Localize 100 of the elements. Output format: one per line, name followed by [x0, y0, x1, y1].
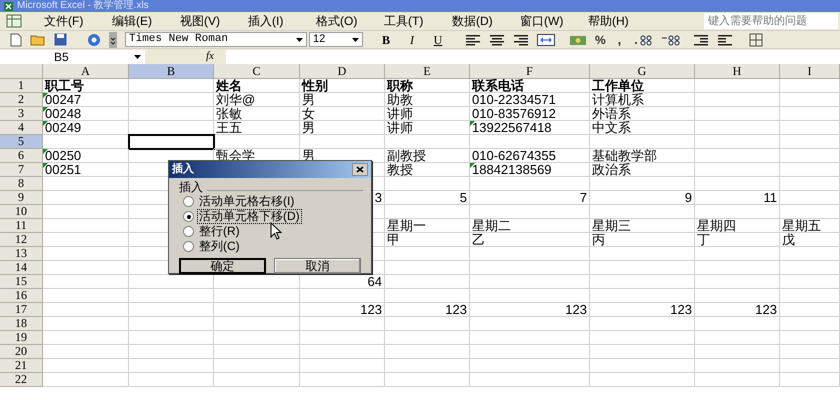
table-cell: 职工号 — [43, 79, 129, 93]
table-cell — [780, 177, 840, 191]
row-header[interactable]: 2 — [0, 93, 43, 107]
table-cell: 张敏 — [214, 107, 300, 121]
table-cell: 政治系 — [590, 163, 695, 177]
radio-button[interactable] — [183, 196, 194, 207]
font-dropdown[interactable]: Times New Roman — [125, 32, 307, 47]
radio-button[interactable] — [183, 226, 194, 237]
row-header[interactable]: 18 — [0, 317, 43, 331]
table-cell: 女 — [300, 107, 385, 121]
toolbar-grip-icon[interactable] — [109, 32, 117, 48]
align-right-icon[interactable] — [513, 32, 529, 46]
row-header[interactable]: 8 — [0, 177, 43, 191]
borders-icon[interactable] — [749, 32, 764, 46]
column-header[interactable]: C — [214, 64, 300, 79]
row-header[interactable]: 14 — [0, 261, 43, 275]
row-header[interactable]: 3 — [0, 107, 43, 121]
table-cell: 甲 — [385, 233, 470, 247]
row-header[interactable]: 19 — [0, 331, 43, 345]
table-cell — [780, 149, 840, 163]
save-icon[interactable] — [54, 33, 67, 46]
caret-icon[interactable] — [352, 38, 359, 42]
menu-item[interactable]: 插入(I) — [246, 12, 314, 30]
increase-decimal-icon[interactable] — [633, 34, 654, 46]
radio-label[interactable]: 整行(R) — [198, 225, 241, 238]
column-header[interactable]: G — [590, 64, 695, 79]
column-header[interactable]: H — [695, 64, 780, 79]
row-header[interactable]: 15 — [0, 275, 43, 289]
underline-button[interactable]: U — [429, 30, 447, 48]
merge-cells-icon[interactable] — [537, 32, 555, 46]
table-cell: 工作单位 — [590, 79, 695, 93]
table-cell — [780, 135, 840, 149]
row-header[interactable]: 12 — [0, 233, 43, 247]
align-center-icon[interactable] — [489, 32, 505, 46]
table-cell — [780, 163, 840, 177]
dialog-button[interactable]: 确定 — [179, 258, 266, 274]
row-header[interactable]: 5 — [0, 135, 43, 149]
font-size-dropdown[interactable]: 12 — [309, 32, 363, 47]
active-cell[interactable] — [129, 135, 214, 149]
menu-item[interactable]: 数据(D) — [450, 12, 518, 30]
help-icon[interactable] — [87, 32, 101, 46]
row-header[interactable]: 10 — [0, 205, 43, 219]
function-button[interactable]: fx — [206, 48, 214, 65]
close-icon[interactable] — [356, 166, 364, 173]
table-cell: 王五 — [214, 121, 300, 135]
caret-icon[interactable] — [296, 38, 303, 42]
column-header[interactable]: B — [129, 64, 214, 79]
table-cell: 刘华@ — [214, 93, 300, 107]
menu-item[interactable]: 工具(T) — [382, 12, 450, 30]
radio-label[interactable]: 整列(C) — [198, 240, 241, 253]
menu-item[interactable]: 视图(V) — [178, 12, 246, 30]
radio-button[interactable] — [183, 211, 194, 222]
column-header[interactable]: D — [300, 64, 385, 79]
comma-button[interactable]: , — [614, 30, 626, 50]
table-cell: 讲师 — [385, 121, 470, 135]
align-left-icon[interactable] — [465, 32, 481, 46]
table-cell: 副教授 — [385, 149, 470, 163]
formula-input-field[interactable] — [226, 50, 840, 64]
column-header[interactable]: F — [470, 64, 590, 79]
row-header[interactable]: 4 — [0, 121, 43, 135]
sheet-icon[interactable] — [6, 14, 22, 28]
menu-item[interactable]: 编辑(E) — [110, 12, 178, 30]
table-cell: 7 — [470, 191, 590, 205]
row-header[interactable]: 17 — [0, 303, 43, 317]
name-box[interactable]: B5 — [0, 50, 145, 64]
bold-button[interactable]: B — [377, 30, 395, 48]
table-cell: 男 — [300, 121, 385, 135]
table-cell: 010-83576912 — [470, 107, 590, 121]
dialog-title: 插入 — [172, 162, 194, 178]
menu-item[interactable]: 格式(O) — [314, 12, 382, 30]
row-header[interactable]: 20 — [0, 345, 43, 359]
row-header[interactable]: 22 — [0, 373, 43, 387]
row-header[interactable]: 11 — [0, 219, 43, 233]
row-header[interactable]: 16 — [0, 289, 43, 303]
percent-button[interactable]: % — [595, 30, 606, 48]
dialog-button[interactable]: 取消 — [274, 258, 361, 274]
radio-label[interactable]: 活动单元格下移(D) — [198, 210, 301, 223]
radio-button[interactable] — [183, 241, 194, 252]
row-header[interactable]: 1 — [0, 79, 43, 93]
row-header[interactable]: 6 — [0, 149, 43, 163]
help-search-field[interactable]: 键入需要帮助的问题 — [704, 13, 838, 29]
new-document-icon[interactable] — [10, 32, 22, 46]
decrease-indent-icon[interactable] — [693, 32, 710, 46]
row-header[interactable]: 7 — [0, 163, 43, 177]
radio-label[interactable]: 活动单元格右移(I) — [198, 195, 296, 208]
row-header[interactable]: 13 — [0, 247, 43, 261]
increase-indent-icon[interactable] — [717, 32, 734, 46]
column-header[interactable]: I — [780, 64, 840, 79]
column-header[interactable]: A — [43, 64, 129, 79]
caret-icon[interactable] — [134, 54, 141, 58]
column-header[interactable]: E — [385, 64, 470, 79]
folder-icon[interactable] — [30, 33, 46, 46]
menu-item[interactable]: 帮助(H) — [586, 12, 654, 30]
close-button[interactable] — [352, 163, 368, 176]
row-header[interactable]: 9 — [0, 191, 43, 205]
menu-item[interactable]: 文件(F) — [42, 12, 110, 30]
decrease-decimal-icon[interactable] — [661, 34, 682, 46]
row-header[interactable]: 21 — [0, 359, 43, 373]
menu-item[interactable]: 窗口(W) — [518, 12, 586, 30]
italic-button[interactable]: I — [403, 30, 421, 48]
